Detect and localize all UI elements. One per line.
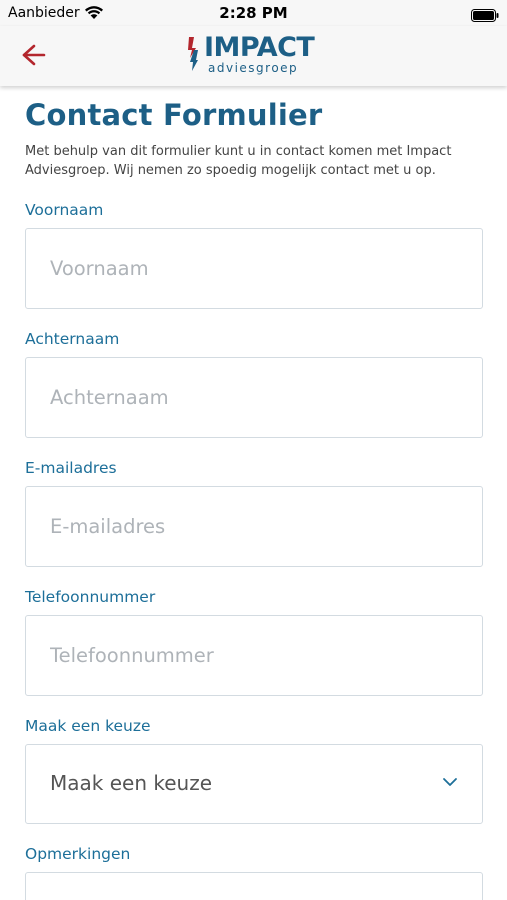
logo-mark-icon [188,37,198,71]
chevron-down-icon [443,778,457,786]
choice-select[interactable]: Maak een keuze [25,744,483,824]
choice-label: Maak een keuze [25,717,151,735]
page-intro: Met behulp van dit formulier kunt u in c… [25,144,452,178]
page-title: Contact Formulier [25,98,323,132]
email-label: E-mailadres [25,459,117,477]
last-name-label: Achternaam [25,330,120,348]
status-time: 2:28 PM [219,4,288,22]
arrow-left-icon [22,44,46,66]
impact-logo: IMPACT adviesgroep [186,32,326,78]
first-name-label: Voornaam [25,201,104,219]
first-name-field [25,228,483,309]
last-name-input[interactable] [26,358,482,437]
remarks-textarea[interactable] [25,872,483,900]
logo-word: IMPACT [204,32,315,63]
first-name-input[interactable] [26,229,482,308]
logo-subtitle: adviesgroep [208,61,299,75]
email-field [25,486,483,567]
phone-label: Telefoonnummer [25,588,156,606]
phone-field [25,615,483,696]
battery-icon [471,7,499,26]
phone-input[interactable] [26,616,482,695]
status-bar: Aanbieder 2:28 PM [0,0,507,26]
email-input[interactable] [26,487,482,566]
choice-selected-value: Maak een keuze [50,771,213,795]
back-button[interactable] [18,40,50,70]
remarks-label: Opmerkingen [25,845,131,863]
nav-bar: IMPACT adviesgroep [0,26,507,86]
last-name-field [25,357,483,438]
